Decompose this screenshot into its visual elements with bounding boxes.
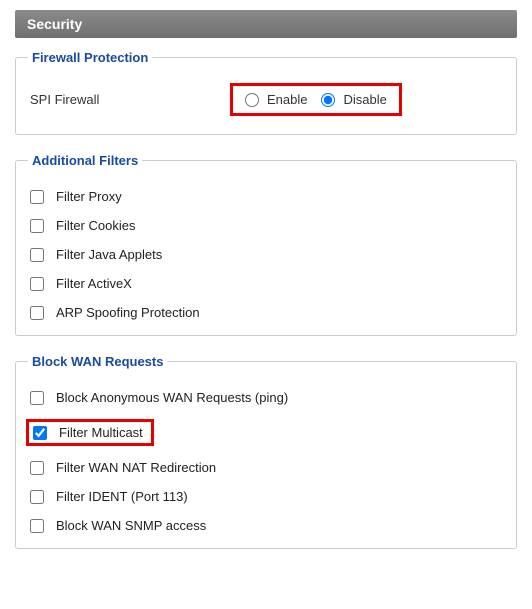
filter-item-option[interactable]: Filter ActiveX (30, 276, 132, 291)
wan-item-option[interactable]: Filter IDENT (Port 113) (30, 489, 188, 504)
filter-item-checkbox[interactable] (30, 190, 44, 204)
spi-firewall-label: SPI Firewall (30, 92, 230, 107)
filter-item-label: ARP Spoofing Protection (56, 305, 200, 320)
filter-item-checkbox[interactable] (30, 277, 44, 291)
filter-item-row: Filter ActiveX (28, 269, 504, 298)
wan-item-checkbox[interactable] (33, 426, 47, 440)
filter-item-label: Filter Proxy (56, 189, 122, 204)
spi-enable-text: Enable (267, 92, 307, 107)
block-wan-requests-group: Block WAN Requests Block Anonymous WAN R… (15, 354, 517, 549)
wan-item-option[interactable]: Filter WAN NAT Redirection (30, 460, 216, 475)
wan-item-checkbox[interactable] (30, 461, 44, 475)
wan-item-checkbox[interactable] (30, 490, 44, 504)
wan-item-option[interactable]: Block WAN SNMP access (30, 518, 206, 533)
filter-item-label: Filter Java Applets (56, 247, 162, 262)
wan-item-label: Filter WAN NAT Redirection (56, 460, 216, 475)
wan-item-checkbox[interactable] (30, 519, 44, 533)
spi-firewall-row: SPI Firewall Enable Disable (28, 79, 504, 126)
filter-item-option[interactable]: Filter Cookies (30, 218, 135, 233)
spi-disable-option[interactable]: Disable (321, 92, 386, 107)
filter-item-option[interactable]: ARP Spoofing Protection (30, 305, 200, 320)
firewall-protection-group: Firewall Protection SPI Firewall Enable … (15, 50, 517, 135)
filter-item-row: ARP Spoofing Protection (28, 298, 504, 327)
filter-item-label: Filter ActiveX (56, 276, 132, 291)
wan-item-label: Filter IDENT (Port 113) (56, 489, 188, 504)
additional-filters-legend: Additional Filters (28, 153, 142, 168)
filter-item-row: Filter Proxy (28, 182, 504, 211)
wan-item-label: Filter Multicast (59, 425, 143, 440)
firewall-protection-legend: Firewall Protection (28, 50, 152, 65)
additional-filters-group: Additional Filters Filter Proxy Filter Co… (15, 153, 517, 336)
filter-item-row: Filter Cookies (28, 211, 504, 240)
wan-item-checkbox[interactable] (30, 391, 44, 405)
page-title: Security (15, 10, 517, 38)
wan-item-row: Block Anonymous WAN Requests (ping) (28, 383, 504, 412)
wan-item-highlight: Filter Multicast (26, 419, 154, 446)
wan-item-row: Filter Multicast (28, 412, 504, 453)
wan-item-option[interactable]: Block Anonymous WAN Requests (ping) (30, 390, 288, 405)
spi-enable-radio[interactable] (245, 93, 259, 107)
spi-firewall-radio-group: Enable Disable (230, 83, 402, 116)
spi-disable-text: Disable (343, 92, 386, 107)
wan-item-label: Block Anonymous WAN Requests (ping) (56, 390, 288, 405)
wan-item-option[interactable]: Filter Multicast (30, 419, 154, 446)
filter-item-checkbox[interactable] (30, 306, 44, 320)
spi-enable-option[interactable]: Enable (245, 92, 307, 107)
filter-item-option[interactable]: Filter Proxy (30, 189, 122, 204)
block-wan-requests-legend: Block WAN Requests (28, 354, 167, 369)
filter-item-checkbox[interactable] (30, 248, 44, 262)
wan-item-label: Block WAN SNMP access (56, 518, 206, 533)
wan-item-row: Block WAN SNMP access (28, 511, 504, 540)
filter-item-option[interactable]: Filter Java Applets (30, 247, 162, 262)
spi-disable-radio[interactable] (321, 93, 335, 107)
filter-item-label: Filter Cookies (56, 218, 135, 233)
wan-item-row: Filter WAN NAT Redirection (28, 453, 504, 482)
filter-item-row: Filter Java Applets (28, 240, 504, 269)
filter-item-checkbox[interactable] (30, 219, 44, 233)
wan-item-row: Filter IDENT (Port 113) (28, 482, 504, 511)
